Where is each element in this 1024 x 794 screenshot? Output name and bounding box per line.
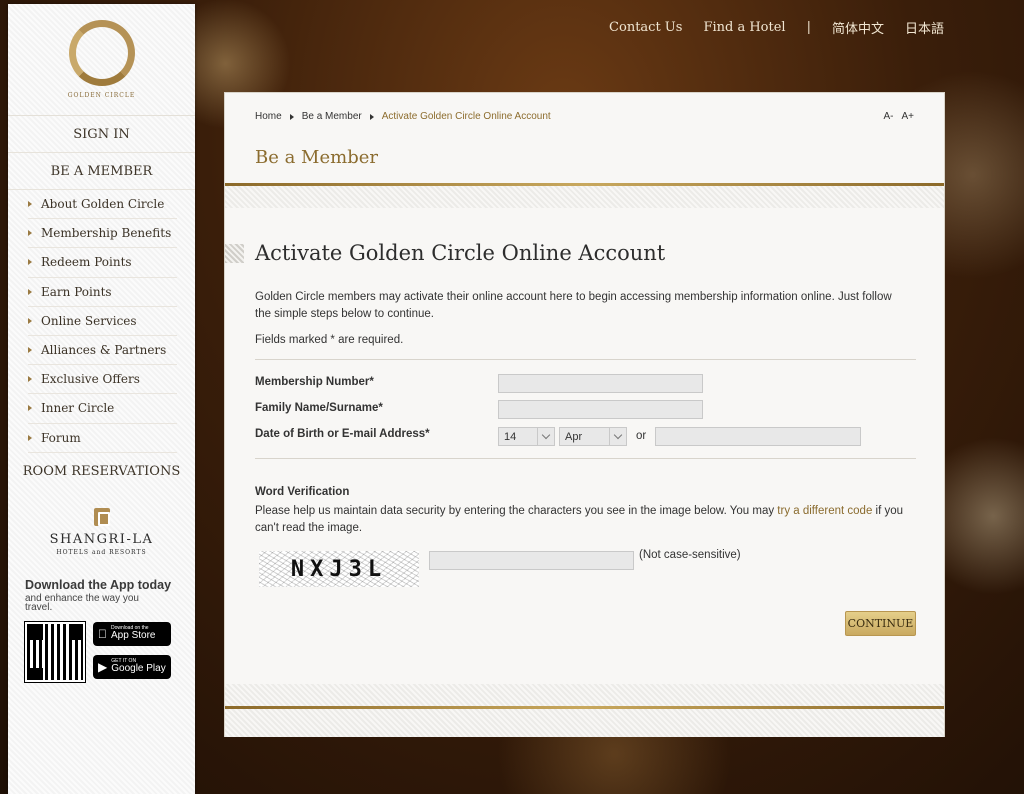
arrow-right-icon [28, 405, 32, 412]
stripe-footer [225, 709, 944, 737]
sidebar-item-about[interactable]: About Golden Circle [28, 190, 177, 220]
breadcrumb-home[interactable]: Home [255, 111, 282, 122]
breadcrumb: Home Be a Member Activate Golden Circle … [255, 111, 551, 122]
try-different-code-link[interactable]: try a different code [777, 505, 872, 517]
brand-name: SHANGRI-LA [49, 531, 154, 547]
arrow-right-icon [28, 259, 32, 266]
play-icon: ▶ [98, 659, 108, 674]
chevron-down-icon [609, 428, 626, 445]
section-title: Be a Member [255, 147, 378, 168]
be-a-member-link[interactable]: BE A MEMBER [8, 153, 195, 190]
link-separator: | [806, 20, 811, 35]
sidebar-item-label: Inner Circle [41, 401, 115, 416]
sidebar-item-label: Membership Benefits [41, 226, 172, 241]
sidebar-item-label: Online Services [41, 313, 137, 328]
member-nav-list: About Golden Circle Membership Benefits … [8, 190, 195, 453]
sidebar-item-label: Alliances & Partners [41, 343, 167, 358]
arrow-right-icon [28, 347, 32, 354]
sidebar-item-label: Exclusive Offers [41, 372, 140, 387]
brand-sub: HOTELS and RESORTS [56, 548, 147, 556]
sidebar: GOLDEN CIRCLE SIGN IN BE A MEMBER About … [8, 4, 195, 794]
sidebar-item-label: About Golden Circle [41, 197, 165, 212]
sidebar-item-offers[interactable]: Exclusive Offers [28, 365, 177, 395]
breadcrumb-arrow-icon [289, 113, 294, 120]
store-buttons:  Download on theApp Store ▶ GET IT ONGo… [93, 621, 171, 679]
breadcrumb-current: Activate Golden Circle Online Account [381, 111, 551, 122]
membership-number-input[interactable] [498, 374, 703, 393]
stripe-divider [225, 684, 944, 706]
word-verification-title: Word Verification [255, 486, 350, 498]
membership-number-label: Membership Number* [255, 376, 374, 388]
golden-circle-logo[interactable]: GOLDEN CIRCLE [8, 4, 195, 116]
captcha-image: NXJ3L [259, 551, 419, 587]
dob-email-label: Date of Birth or E-mail Address* [255, 428, 430, 440]
dob-month-value: Apr [565, 430, 583, 443]
sidebar-item-online-services[interactable]: Online Services [28, 307, 177, 336]
dob-month-select[interactable]: Apr [559, 427, 627, 446]
logo-text: GOLDEN CIRCLE [67, 92, 136, 99]
sidebar-item-label: Redeem Points [41, 255, 132, 270]
or-text: or [636, 430, 647, 442]
email-input[interactable] [655, 427, 861, 446]
sidebar-item-inner-circle[interactable]: Inner Circle [28, 394, 177, 424]
japanese-language-link[interactable]: 日本語 [905, 18, 944, 37]
google-play-label: Google Play [111, 663, 166, 675]
page-title: Activate Golden Circle Online Account [255, 241, 666, 265]
sidebar-item-earn[interactable]: Earn Points [28, 278, 177, 307]
breadcrumb-arrow-icon [369, 113, 374, 120]
sidebar-item-label: Earn Points [41, 284, 112, 299]
arrow-right-icon [28, 317, 32, 324]
golden-circle-icon [68, 20, 135, 86]
app-store-button[interactable]:  Download on theApp Store [93, 621, 171, 646]
form-divider [255, 359, 916, 360]
required-note: Fields marked * are required. [255, 334, 404, 346]
arrow-right-icon [28, 376, 32, 383]
dob-day-value: 14 [504, 430, 517, 443]
google-play-button[interactable]: ▶ GET IT ON Google Play [93, 654, 171, 679]
room-reservations-link[interactable]: ROOM RESERVATIONS [8, 453, 195, 490]
captcha-input[interactable] [429, 551, 634, 570]
font-decrease-button[interactable]: A- [883, 111, 893, 122]
apple-icon:  [98, 628, 107, 640]
qr-code-icon [24, 620, 86, 683]
form-divider [255, 458, 916, 459]
heading-marker [225, 244, 244, 263]
chevron-down-icon [537, 428, 554, 445]
sidebar-item-benefits[interactable]: Membership Benefits [28, 219, 177, 249]
font-increase-button[interactable]: A+ [901, 111, 914, 122]
app-promo-subtitle: and enhance the way you travel. [25, 592, 139, 613]
app-promo-title: Download the App today [25, 577, 172, 592]
case-note: (Not case-sensitive) [639, 549, 741, 561]
shangri-la-icon [93, 507, 110, 526]
arrow-right-icon [28, 434, 32, 441]
sign-in-link[interactable]: SIGN IN [8, 116, 195, 153]
find-hotel-link[interactable]: Find a Hotel [703, 20, 785, 35]
stripe-divider [225, 186, 944, 208]
sidebar-item-alliances[interactable]: Alliances & Partners [28, 336, 177, 366]
word-verification-text: Please help us maintain data security by… [255, 503, 915, 537]
sidebar-item-label: Forum [41, 430, 81, 445]
chinese-language-link[interactable]: 简体中文 [832, 18, 884, 37]
surname-input[interactable] [498, 400, 703, 419]
verification-text-before: Please help us maintain data security by… [255, 505, 778, 517]
app-download-row:  Download on theApp Store ▶ GET IT ONGo… [24, 620, 195, 683]
sidebar-item-redeem[interactable]: Redeem Points [28, 248, 177, 278]
arrow-right-icon [28, 230, 32, 237]
contact-us-link[interactable]: Contact Us [609, 20, 682, 35]
surname-label: Family Name/Surname* [255, 402, 383, 414]
breadcrumb-be-member[interactable]: Be a Member [302, 111, 362, 122]
main-panel: Home Be a Member Activate Golden Circle … [224, 92, 945, 737]
dob-day-select[interactable]: 14 [498, 427, 555, 446]
app-store-label: App Store [102, 630, 155, 642]
continue-button[interactable]: CONTINUE [845, 611, 916, 636]
arrow-right-icon [28, 288, 32, 295]
intro-text: Golden Circle members may activate their… [255, 291, 892, 320]
top-links: Contact Us Find a Hotel | 简体中文 日本語 [609, 18, 944, 37]
font-size-controls: A- A+ [883, 111, 914, 122]
shangri-la-logo[interactable]: SHANGRI-LA HOTELS and RESORTS [8, 507, 195, 556]
arrow-right-icon [28, 201, 32, 208]
sidebar-item-forum[interactable]: Forum [28, 424, 177, 453]
